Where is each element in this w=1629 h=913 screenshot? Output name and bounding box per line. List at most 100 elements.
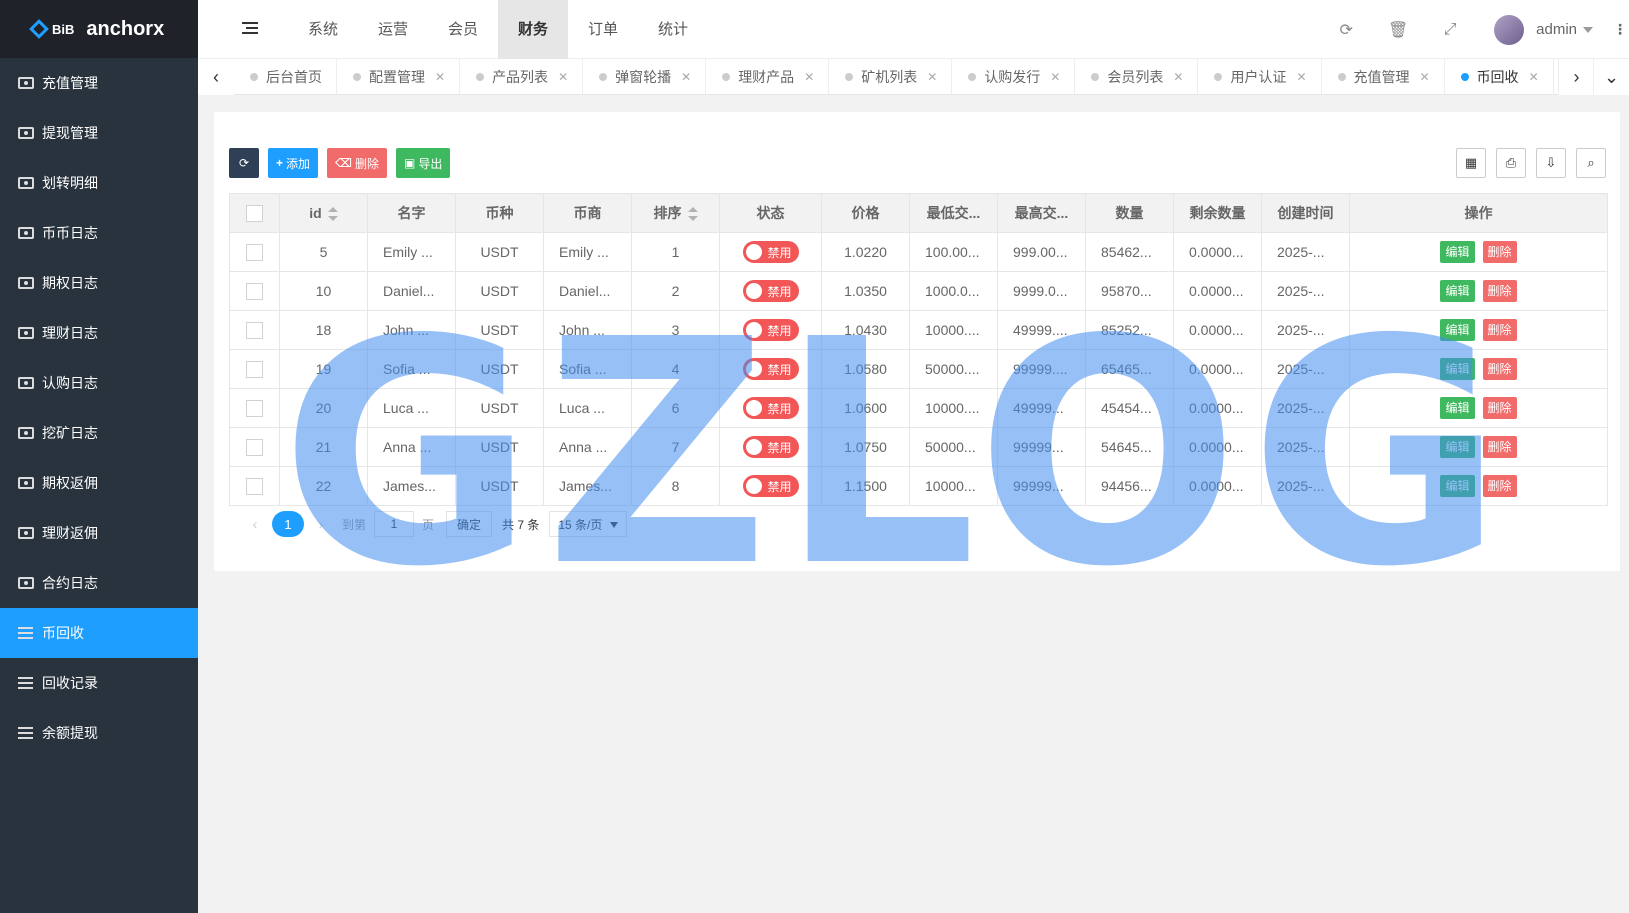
column-header[interactable]: id — [279, 193, 368, 233]
delete-row-button[interactable]: 删除 — [1482, 397, 1517, 419]
page-prev-icon[interactable]: ‹ — [244, 516, 266, 532]
row-checkbox[interactable] — [246, 282, 263, 300]
sidebar-item[interactable]: 币币日志 — [0, 208, 198, 258]
logo[interactable]: BiB anchorx — [0, 0, 198, 58]
delete-row-button[interactable]: 删除 — [1482, 436, 1517, 458]
status-toggle[interactable]: 禁用 — [742, 475, 799, 497]
tab-close-icon[interactable]: ✕ — [435, 70, 445, 84]
edit-button[interactable]: 编辑 — [1440, 475, 1475, 497]
page-tab[interactable]: 矿机列表 ✕ — [829, 59, 953, 95]
status-toggle[interactable]: 禁用 — [742, 397, 799, 419]
page-tab[interactable]: 弹窗轮播 ✕ — [583, 59, 707, 95]
page-tab[interactable]: 产品列表 ✕ — [460, 59, 584, 95]
export-icon[interactable]: ⇩ — [1536, 148, 1566, 178]
delete-button[interactable]: ⌫ 删除 — [327, 148, 388, 178]
tab-close-icon[interactable]: ✕ — [1173, 70, 1183, 84]
columns-icon[interactable]: ▦ — [1456, 148, 1486, 178]
page-size-select[interactable]: 15 条/页 — [549, 511, 628, 537]
row-checkbox[interactable] — [246, 399, 263, 417]
refresh-button[interactable]: ⟳ — [229, 148, 259, 178]
page-tab[interactable]: 后台首页 — [234, 59, 337, 95]
sidebar-item[interactable]: 合约日志 — [0, 558, 198, 608]
sidebar-item[interactable]: 期权返佣 — [0, 458, 198, 508]
delete-row-button[interactable]: 删除 — [1482, 475, 1517, 497]
top-nav-item[interactable]: 运营 — [358, 0, 428, 59]
page-tab[interactable]: 理财产品 ✕ — [706, 59, 830, 95]
sidebar-item[interactable]: 充值管理 — [0, 58, 198, 108]
delete-row-button[interactable]: 删除 — [1482, 241, 1517, 263]
status-toggle[interactable]: 禁用 — [742, 241, 799, 263]
sidebar-item[interactable]: 币回收 — [0, 608, 198, 658]
page-tab[interactable]: 充值管理 ✕ — [1322, 59, 1445, 95]
page-tab[interactable]: 币回收 ✕ — [1445, 59, 1554, 95]
tab-close-icon[interactable]: ✕ — [1296, 70, 1306, 84]
user-name[interactable]: admin — [1536, 21, 1577, 38]
row-checkbox[interactable] — [246, 243, 263, 261]
status-toggle[interactable]: 禁用 — [742, 358, 799, 380]
page-tab[interactable]: 用户认证 ✕ — [1198, 59, 1322, 95]
top-nav-item[interactable]: 订单 — [568, 0, 638, 59]
sort-icon[interactable] — [687, 207, 698, 222]
export-button[interactable]: ▣ 导出 — [396, 148, 451, 178]
tab-close-icon[interactable]: ✕ — [1529, 70, 1539, 84]
edit-button[interactable]: 编辑 — [1440, 397, 1475, 419]
row-checkbox[interactable] — [246, 477, 263, 495]
tabs-next-icon[interactable]: › — [1558, 59, 1594, 95]
sidebar-item[interactable]: 挖矿日志 — [0, 408, 198, 458]
page-tab[interactable]: 认购发行 ✕ — [952, 59, 1076, 95]
sidebar-item[interactable]: 提现管理 — [0, 108, 198, 158]
edit-button[interactable]: 编辑 — [1440, 436, 1475, 458]
add-button[interactable]: + 添加 — [268, 148, 319, 178]
row-checkbox[interactable] — [246, 360, 263, 378]
edit-button[interactable]: 编辑 — [1440, 280, 1475, 302]
sidebar-item[interactable]: 理财返佣 — [0, 508, 198, 558]
fullscreen-icon[interactable]: ⤢ — [1424, 21, 1476, 39]
page-input[interactable]: 1 — [374, 511, 415, 537]
page-tab[interactable]: 配置管理 ✕ — [337, 59, 461, 95]
page-next-icon[interactable]: › — [310, 516, 332, 532]
status-toggle[interactable]: 禁用 — [742, 280, 799, 302]
tab-close-icon[interactable]: ✕ — [927, 70, 937, 84]
avatar[interactable] — [1494, 14, 1525, 45]
tab-close-icon[interactable]: ✕ — [681, 70, 691, 84]
refresh-icon[interactable]: ⟳ — [1320, 20, 1372, 40]
sidebar-item[interactable]: 理财日志 — [0, 308, 198, 358]
edit-button[interactable]: 编辑 — [1440, 319, 1475, 341]
select-all-checkbox[interactable] — [246, 204, 263, 222]
top-nav-item[interactable]: 会员 — [428, 0, 498, 59]
tab-close-icon[interactable]: ✕ — [1050, 70, 1060, 84]
sidebar-item[interactable]: 余额提现 — [0, 708, 198, 758]
edit-button[interactable]: 编辑 — [1440, 241, 1475, 263]
top-nav-item[interactable]: 财务 — [498, 0, 568, 59]
tabs-menu-chevron-icon[interactable]: ⌄ — [1593, 59, 1629, 95]
row-checkbox[interactable] — [246, 321, 263, 339]
page-tab[interactable]: 会员列表 ✕ — [1075, 59, 1199, 95]
delete-row-button[interactable]: 删除 — [1482, 319, 1517, 341]
row-checkbox[interactable] — [246, 438, 263, 456]
sidebar-item[interactable]: 期权日志 — [0, 258, 198, 308]
chevron-down-icon[interactable] — [1583, 26, 1593, 33]
menu-toggle-icon[interactable] — [242, 22, 258, 36]
tabs-prev-icon[interactable]: ‹ — [198, 59, 234, 95]
tab-close-icon[interactable]: ✕ — [804, 70, 814, 84]
top-nav-item[interactable]: 统计 — [638, 0, 708, 59]
sidebar-item[interactable]: 认购日志 — [0, 358, 198, 408]
more-vertical-icon[interactable]: ⋮ — [1613, 21, 1627, 38]
delete-row-button[interactable]: 删除 — [1482, 358, 1517, 380]
tab-close-icon[interactable]: ✕ — [1420, 70, 1430, 84]
sidebar-item[interactable]: 划转明细 — [0, 158, 198, 208]
goto-confirm-button[interactable]: 确定 — [446, 511, 493, 537]
sidebar-item[interactable]: 回收记录 — [0, 658, 198, 708]
status-toggle[interactable]: 禁用 — [742, 319, 799, 341]
sort-icon[interactable] — [327, 207, 338, 222]
page-current[interactable]: 1 — [272, 511, 304, 537]
column-header[interactable]: 排序 — [631, 193, 720, 233]
search-icon[interactable]: ⌕ — [1576, 148, 1606, 178]
trash-icon[interactable]: 🗑 — [1372, 20, 1424, 40]
tab-close-icon[interactable]: ✕ — [558, 70, 568, 84]
status-toggle[interactable]: 禁用 — [742, 436, 799, 458]
delete-row-button[interactable]: 删除 — [1482, 280, 1517, 302]
print-icon[interactable]: ⎙ — [1496, 148, 1526, 178]
edit-button[interactable]: 编辑 — [1440, 358, 1475, 380]
top-nav-item[interactable]: 系统 — [288, 0, 358, 59]
